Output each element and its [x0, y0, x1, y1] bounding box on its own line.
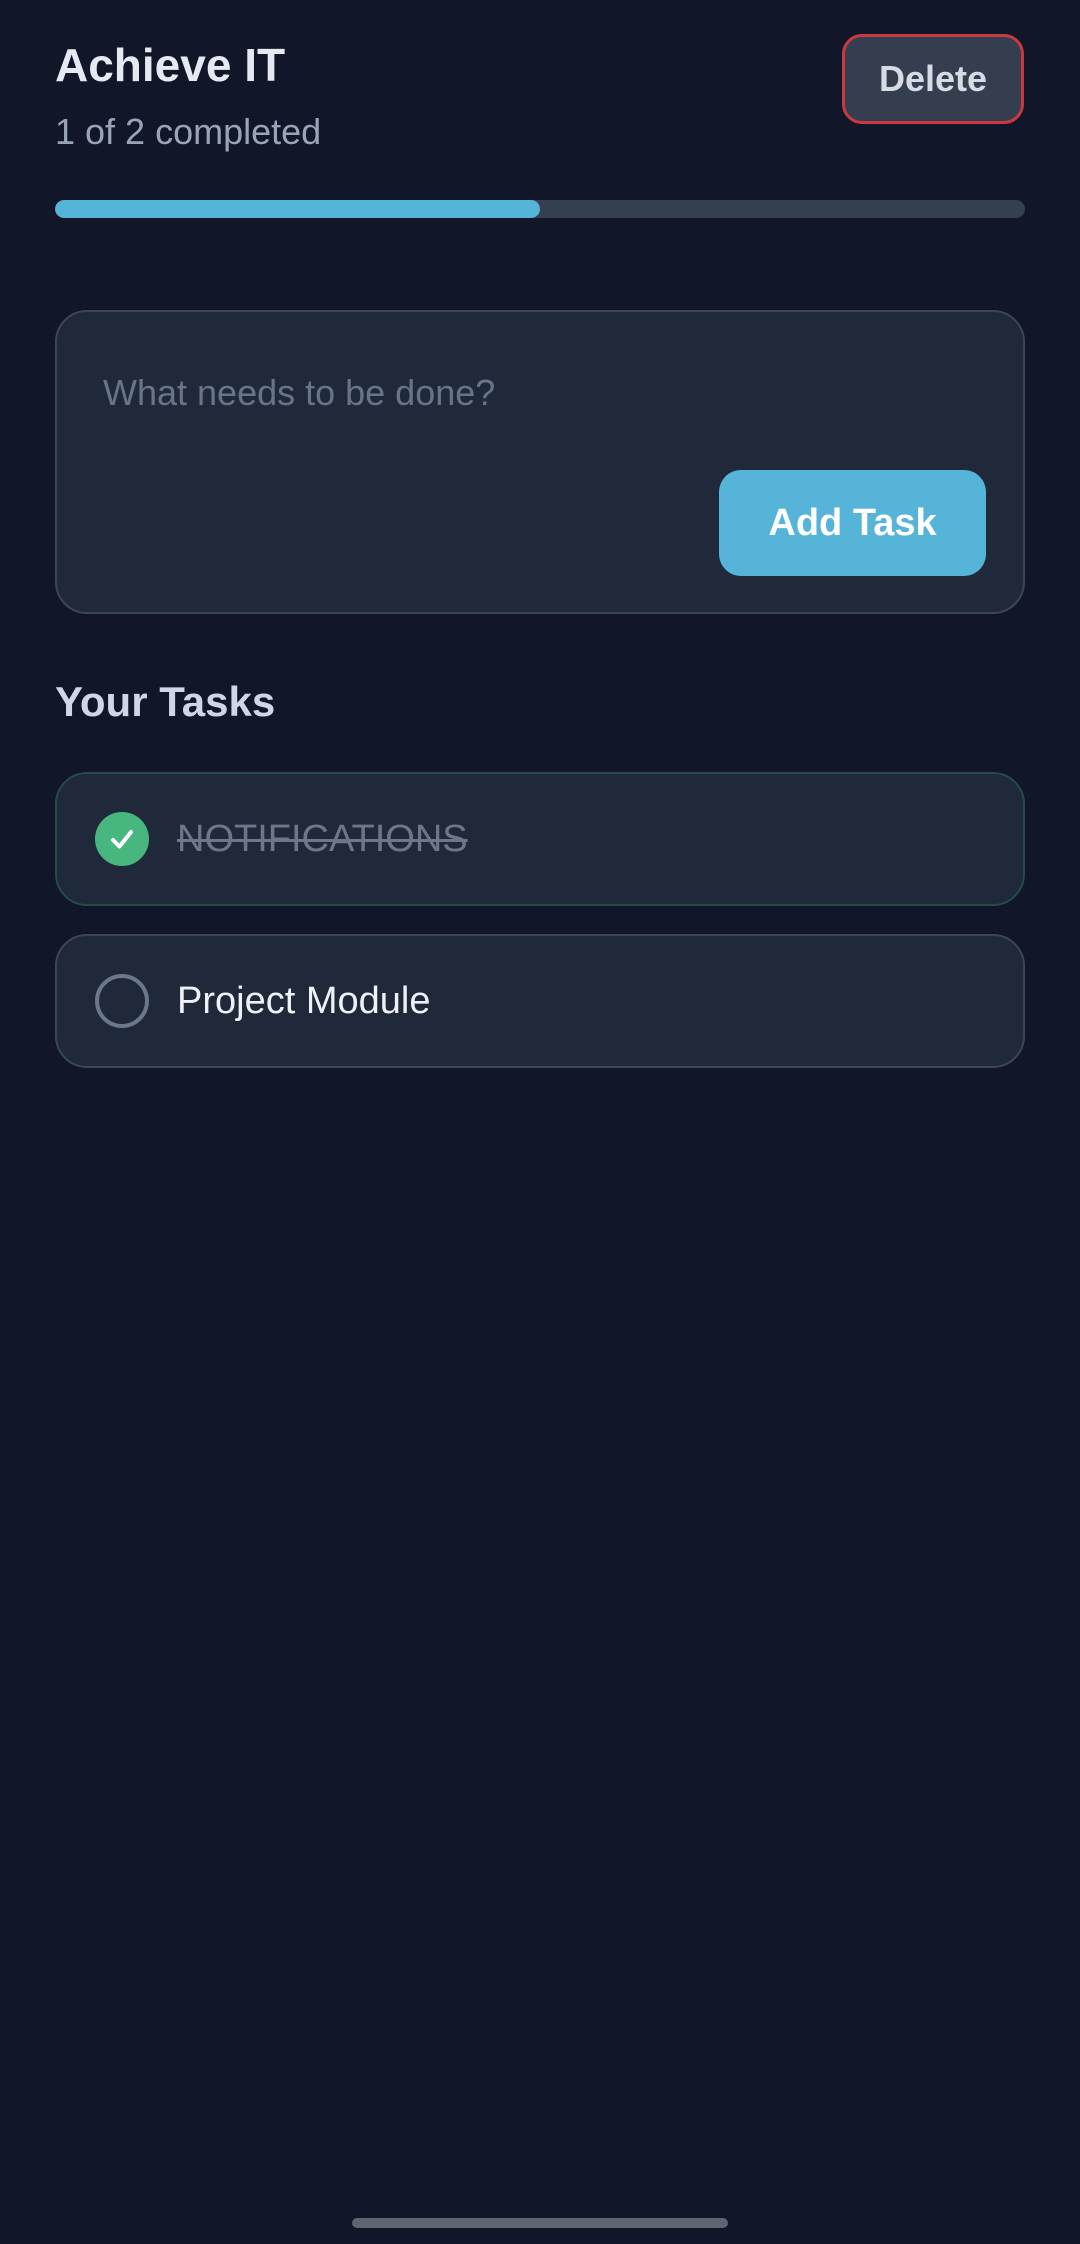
tasks-section-title: Your Tasks	[55, 678, 276, 725]
add-task-button[interactable]: Add Task	[719, 470, 986, 576]
new-task-input[interactable]	[103, 368, 963, 418]
home-indicator[interactable]	[352, 2218, 728, 2228]
checkmark-circle-icon[interactable]	[95, 812, 149, 866]
new-task-card: Add Task	[55, 310, 1025, 614]
empty-circle-icon[interactable]	[95, 974, 149, 1028]
task-item[interactable]: NOTIFICATIONS	[55, 772, 1025, 906]
completion-summary: 1 of 2 completed	[55, 111, 322, 152]
task-label: Project Module	[177, 980, 431, 1022]
progress-bar	[55, 200, 1025, 218]
task-label: NOTIFICATIONS	[177, 818, 468, 860]
task-item[interactable]: Project Module	[55, 934, 1025, 1068]
delete-button[interactable]: Delete	[842, 34, 1024, 124]
page-title: Achieve IT	[55, 39, 286, 91]
progress-bar-fill	[55, 200, 540, 218]
